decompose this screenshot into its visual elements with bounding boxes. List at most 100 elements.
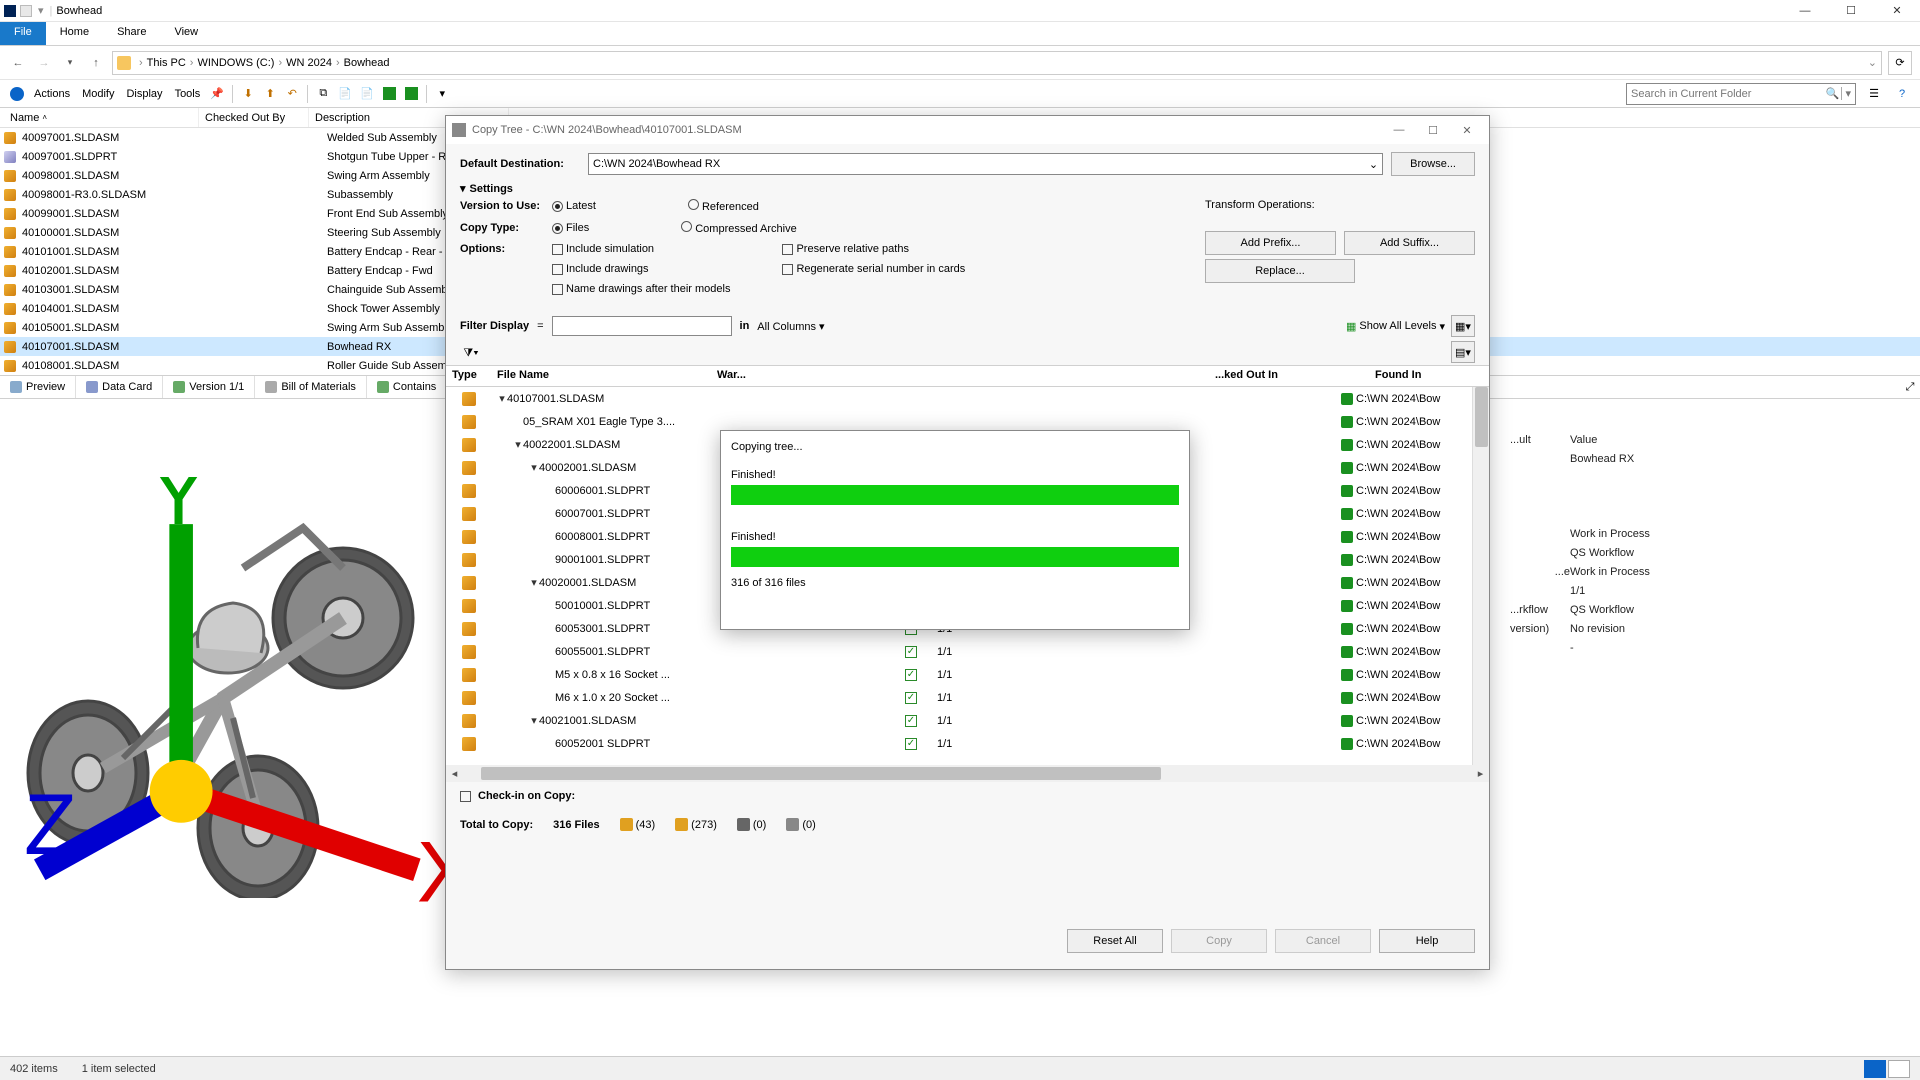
view-icons-button[interactable] — [1888, 1060, 1910, 1078]
view-mode-button-2[interactable]: ▤▾ — [1451, 341, 1475, 363]
crumb-folder1[interactable]: WN 2024 — [286, 57, 332, 69]
refresh-button[interactable]: ⟳ — [1888, 51, 1912, 75]
crumb-thispc[interactable]: This PC — [147, 57, 186, 69]
dialog-maximize-button[interactable]: ☐ — [1417, 119, 1449, 141]
expand-icon[interactable]: ▾ — [529, 576, 539, 589]
green-box-icon[interactable] — [380, 85, 398, 103]
cb-include-drawings[interactable]: Include drawings — [552, 263, 730, 275]
tree-hscrollbar[interactable]: ◂▸ — [446, 765, 1489, 782]
tree-header[interactable]: Type File Name War... ...ked Out In Foun… — [446, 365, 1489, 387]
tab-view[interactable]: View — [160, 22, 212, 45]
dialog-titlebar[interactable]: Copy Tree - C:\WN 2024\Bowhead\40107001.… — [446, 116, 1489, 144]
tab-contains[interactable]: Contains — [367, 376, 447, 398]
radio-compressed[interactable]: Compressed Archive — [681, 221, 797, 235]
dialog-close-button[interactable]: ✕ — [1451, 119, 1483, 141]
help-icon[interactable]: ? — [1892, 84, 1912, 104]
popout-icon[interactable]: ⤢ — [1900, 376, 1920, 398]
tree-row[interactable]: M5 x 0.8 x 16 Socket ... ✓ 1/1 C:\WN 202… — [446, 663, 1489, 686]
tools-menu[interactable]: Tools — [171, 88, 205, 100]
dialog-minimize-button[interactable]: — — [1383, 119, 1415, 141]
nav-forward-button[interactable]: → — [34, 53, 54, 73]
radio-files[interactable]: Files — [552, 222, 589, 234]
show-levels-dropdown[interactable]: ▦Show All Levels ▾ — [1346, 315, 1445, 337]
display-menu[interactable]: Display — [122, 88, 166, 100]
tree-row[interactable]: ▾ 40021001.SLDASM ✓ 1/1 C:\WN 2024\Bow — [446, 709, 1489, 732]
expand-icon[interactable]: ▾ — [497, 392, 507, 405]
browse-button[interactable]: Browse... — [1391, 152, 1475, 176]
green-arrow-icon[interactable] — [402, 85, 420, 103]
copy-icon[interactable]: ⧉ — [314, 85, 332, 103]
tab-share[interactable]: Share — [103, 22, 160, 45]
tab-bom[interactable]: Bill of Materials — [255, 376, 367, 398]
nav-up-button[interactable]: ↑ — [86, 53, 106, 73]
pin-icon[interactable]: 📌 — [208, 85, 226, 103]
copy-button[interactable]: Copy — [1171, 929, 1267, 953]
search-input[interactable]: Search in Current Folder 🔍 ▾ — [1626, 83, 1856, 105]
col-name[interactable]: Name ˄ — [4, 108, 199, 127]
checkbox-icon[interactable]: ✓ — [905, 692, 917, 704]
new-folder-icon[interactable]: 📄 — [358, 85, 376, 103]
column-settings-icon[interactable]: ☰ — [1864, 84, 1884, 104]
undo-checkout-icon[interactable]: ↶ — [283, 85, 301, 103]
checkin-icon[interactable]: ⬇ — [239, 85, 257, 103]
qat-dropdown-icon[interactable]: ▾ — [38, 4, 44, 17]
filter-input[interactable] — [552, 316, 732, 336]
destination-input[interactable]: C:\WN 2024\Bowhead RX ⌄ — [588, 153, 1383, 175]
cb-preserve-paths[interactable]: Preserve relative paths — [782, 243, 965, 255]
nav-back-button[interactable]: ← — [8, 53, 28, 73]
col-checkedoutin[interactable]: ...ked Out In — [1209, 366, 1369, 386]
tab-home[interactable]: Home — [46, 22, 103, 45]
cb-include-simulation[interactable]: Include simulation — [552, 243, 730, 255]
cb-checkin-on-copy[interactable] — [460, 791, 471, 802]
cb-name-drawings[interactable]: Name drawings after their models — [552, 283, 730, 295]
checkbox-icon[interactable]: ✓ — [905, 738, 917, 750]
tree-row[interactable]: 60055001.SLDPRT ✓ 1/1 C:\WN 2024\Bow — [446, 640, 1489, 663]
radio-latest[interactable]: Latest — [552, 200, 596, 212]
breadcrumb-path[interactable]: › This PC› WINDOWS (C:)› WN 2024› Bowhea… — [112, 51, 1882, 75]
cancel-button[interactable]: Cancel — [1275, 929, 1371, 953]
settings-toggle[interactable]: ▾Settings — [460, 182, 1475, 195]
expand-icon[interactable]: ▾ — [529, 714, 539, 727]
cb-regenerate-serial[interactable]: Regenerate serial number in cards — [782, 263, 965, 275]
radio-referenced[interactable]: Referenced — [688, 199, 759, 213]
tab-file[interactable]: File — [0, 22, 46, 45]
checkout-icon[interactable]: ⬆ — [261, 85, 279, 103]
maximize-button[interactable]: ☐ — [1828, 0, 1874, 22]
tree-row[interactable]: M6 x 1.0 x 20 Socket ... ✓ 1/1 C:\WN 202… — [446, 686, 1489, 709]
filter-column-dropdown[interactable]: All Columns ▾ — [757, 320, 824, 333]
funnel-filter-button[interactable]: ⧩▾ — [460, 343, 482, 363]
vault-toolbar-icon[interactable] — [8, 85, 26, 103]
new-file-icon[interactable]: 📄 — [336, 85, 354, 103]
tree-row[interactable]: ▾ 40107001.SLDASM C:\WN 2024\Bow — [446, 387, 1489, 410]
reset-all-button[interactable]: Reset All — [1067, 929, 1163, 953]
replace-button[interactable]: Replace... — [1205, 259, 1355, 283]
filter-icon[interactable]: ▾ — [433, 85, 451, 103]
col-filename[interactable]: File Name — [491, 366, 711, 386]
minimize-button[interactable]: — — [1782, 0, 1828, 22]
crumb-folder2[interactable]: Bowhead — [344, 57, 390, 69]
tab-datacard[interactable]: Data Card — [76, 376, 163, 398]
tab-preview[interactable]: Preview — [0, 376, 76, 398]
search-icon[interactable]: 🔍 — [1826, 87, 1840, 100]
nav-history-button[interactable]: ▾ — [60, 53, 80, 73]
close-button[interactable]: ✕ — [1874, 0, 1920, 22]
col-type[interactable]: Type — [446, 366, 491, 386]
add-suffix-button[interactable]: Add Suffix... — [1344, 231, 1475, 255]
modify-menu[interactable]: Modify — [78, 88, 118, 100]
checkbox-icon[interactable]: ✓ — [905, 669, 917, 681]
add-prefix-button[interactable]: Add Prefix... — [1205, 231, 1336, 255]
expand-icon[interactable]: ▾ — [513, 438, 523, 451]
destination-dropdown-icon[interactable]: ⌄ — [1369, 158, 1378, 171]
preview-viewport[interactable]: X Y Z — [0, 430, 445, 925]
qat-icon[interactable] — [20, 5, 32, 17]
view-details-button[interactable] — [1864, 1060, 1886, 1078]
col-warnings[interactable]: War... — [711, 366, 751, 386]
help-button[interactable]: Help — [1379, 929, 1475, 953]
checkbox-icon[interactable]: ✓ — [905, 715, 917, 727]
col-foundin[interactable]: Found In — [1369, 366, 1489, 386]
col-checkedout[interactable]: Checked Out By — [199, 108, 309, 127]
tree-row[interactable]: 60052001 SLDPRT ✓ 1/1 C:\WN 2024\Bow — [446, 732, 1489, 755]
expand-icon[interactable]: ▾ — [529, 461, 539, 474]
checkbox-icon[interactable]: ✓ — [905, 646, 917, 658]
tab-version[interactable]: Version 1/1 — [163, 376, 255, 398]
